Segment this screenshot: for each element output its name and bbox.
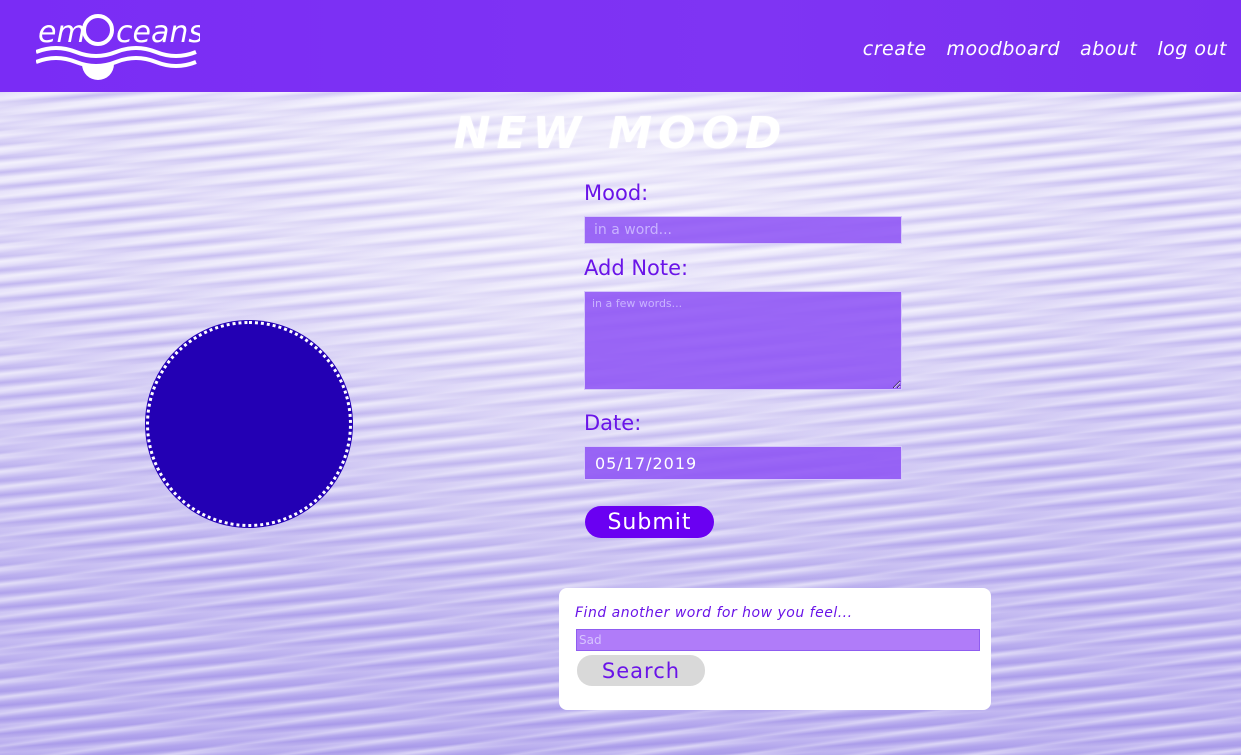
svg-text:ceans: ceans [116,15,200,50]
note-textarea[interactable] [584,291,902,390]
mood-label: Mood: [584,181,649,205]
emoceans-logo[interactable]: em ceans [36,4,200,84]
nav-log-out[interactable]: log out [1157,38,1227,60]
search-prompt: Find another word for how you feel... [575,605,853,621]
note-label: Add Note: [584,256,689,280]
nav-about[interactable]: about [1080,38,1137,60]
top-nav-bar: em ceans create moodboard about log out [0,0,1241,92]
synonym-search-input[interactable] [576,629,980,651]
mood-color-circle [146,321,352,527]
main-nav: create moodboard about log out [863,38,1227,60]
nav-create[interactable]: create [863,38,927,60]
mood-input[interactable] [584,216,902,244]
svg-text:em: em [38,15,86,50]
search-button[interactable]: Search [577,655,705,686]
nav-moodboard[interactable]: moodboard [947,38,1061,60]
thesaurus-search-card: Find another word for how you feel... Se… [559,588,991,710]
submit-button[interactable]: Submit [585,506,714,538]
date-label: Date: [584,411,642,435]
date-input[interactable] [584,446,902,480]
page-title: NEW MOOD [453,108,788,159]
